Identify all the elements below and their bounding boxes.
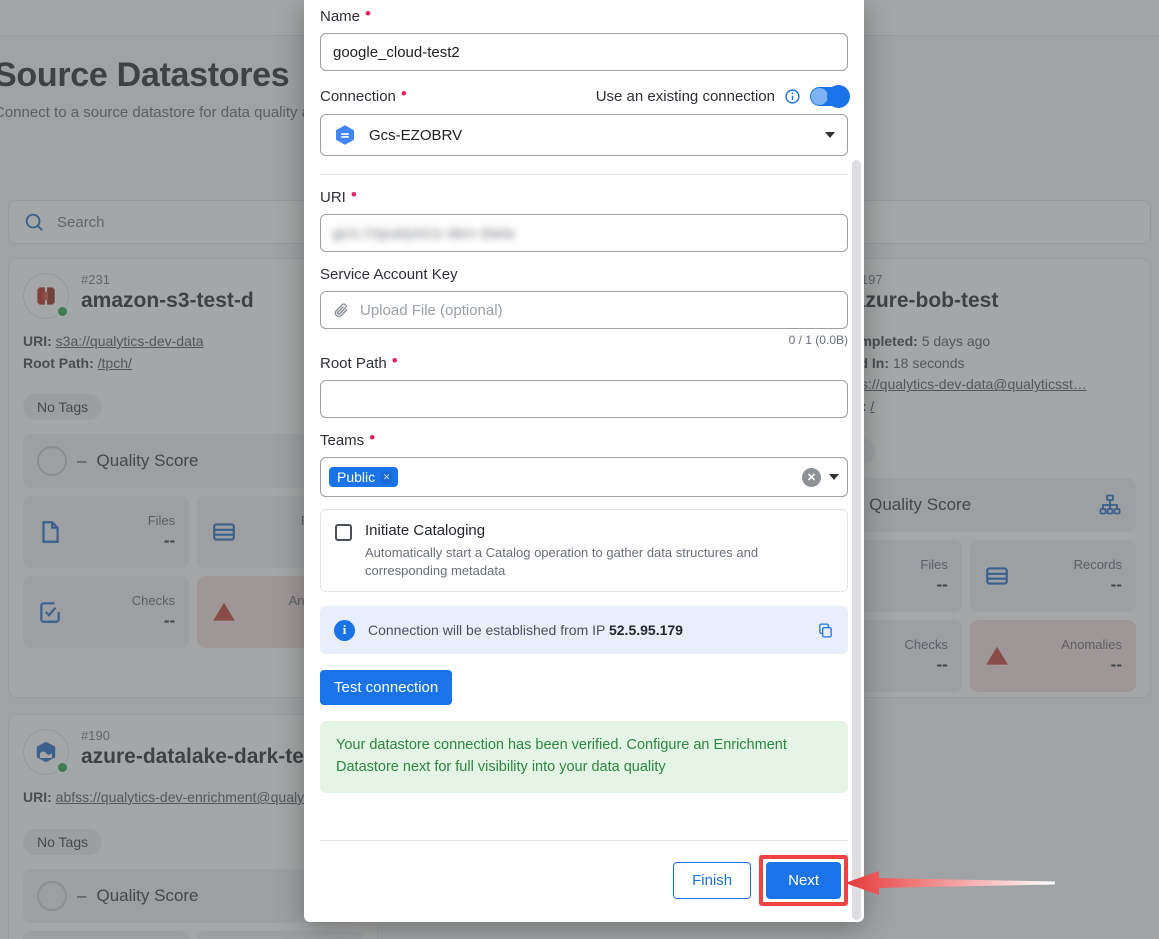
upload-count: 0 / 1 (0.0B) — [788, 333, 848, 347]
service-account-key-label: Service Account Key — [320, 266, 458, 283]
uri-input[interactable]: gcs://qualytics-dev-data — [320, 214, 848, 252]
test-connection-button[interactable]: Test connection — [320, 670, 453, 706]
uri-input-value: gcs://qualytics-dev-data — [333, 224, 515, 242]
connection-ip-prefix: Connection will be established from IP — [368, 622, 606, 639]
clear-icon[interactable]: ✕ — [802, 467, 821, 487]
initiate-cataloging-card[interactable]: Initiate Cataloging Automatically start … — [320, 509, 848, 593]
required-marker: • — [369, 428, 376, 447]
chevron-down-icon[interactable] — [825, 132, 835, 138]
teams-label: Teams • — [320, 428, 376, 449]
connection-ip-value: 52.5.95.179 — [608, 622, 683, 639]
name-input[interactable]: google_cloud-test2 — [320, 33, 848, 71]
connection-ip-text: Connection will be established from IP 5… — [368, 622, 804, 638]
initiate-cataloging-description: Automatically start a Catalog operation … — [365, 545, 759, 578]
connection-select[interactable]: Gcs-EZOBRV — [320, 114, 848, 156]
connection-success-message: Your datastore connection has been verif… — [320, 721, 848, 793]
dialog-scrollbar[interactable] — [852, 160, 861, 920]
dialog-footer: Finish Next — [320, 840, 848, 922]
service-account-key-upload[interactable]: Upload File (optional) — [320, 291, 848, 329]
info-icon: i — [334, 619, 355, 641]
required-marker: • — [400, 84, 407, 103]
connection-selected-value: Gcs-EZOBRV — [369, 126, 463, 144]
google-cloud-storage-icon — [333, 123, 357, 147]
next-button[interactable]: Next — [766, 862, 841, 899]
required-marker: • — [365, 4, 371, 23]
dialog-body: Name • google_cloud-test2 Connection • U… — [304, 0, 864, 840]
root-path-label: Root Path • — [320, 351, 398, 372]
initiate-cataloging-checkbox[interactable] — [335, 524, 352, 541]
initiate-cataloging-title: Initiate Cataloging — [365, 522, 486, 539]
required-marker: • — [350, 185, 357, 204]
name-input-value: google_cloud-test2 — [333, 43, 460, 61]
finish-button[interactable]: Finish — [673, 862, 752, 899]
uri-label: URI • — [320, 185, 357, 206]
paperclip-icon — [333, 302, 350, 319]
connection-label: Connection • — [320, 84, 407, 105]
info-icon[interactable] — [784, 88, 801, 105]
teams-multiselect[interactable]: Public ✕ ✕ — [320, 457, 848, 497]
upload-placeholder: Upload File (optional) — [360, 301, 503, 319]
use-existing-connection-toggle[interactable] — [810, 85, 850, 108]
close-icon[interactable]: ✕ — [380, 470, 394, 484]
copy-icon[interactable] — [817, 622, 834, 639]
required-marker: • — [391, 351, 398, 370]
next-button-highlight: Next — [759, 855, 848, 906]
team-chip[interactable]: Public ✕ — [329, 467, 399, 487]
root-path-input[interactable] — [320, 380, 848, 418]
team-chip-label: Public — [337, 469, 376, 485]
add-source-datastore-dialog: Name • google_cloud-test2 Connection • U… — [304, 0, 864, 922]
use-existing-connection-label: Use an existing connection — [595, 88, 775, 105]
chevron-down-icon[interactable] — [829, 474, 839, 480]
name-label: Name • — [320, 4, 371, 25]
connection-ip-banner: i Connection will be established from IP… — [320, 606, 848, 655]
